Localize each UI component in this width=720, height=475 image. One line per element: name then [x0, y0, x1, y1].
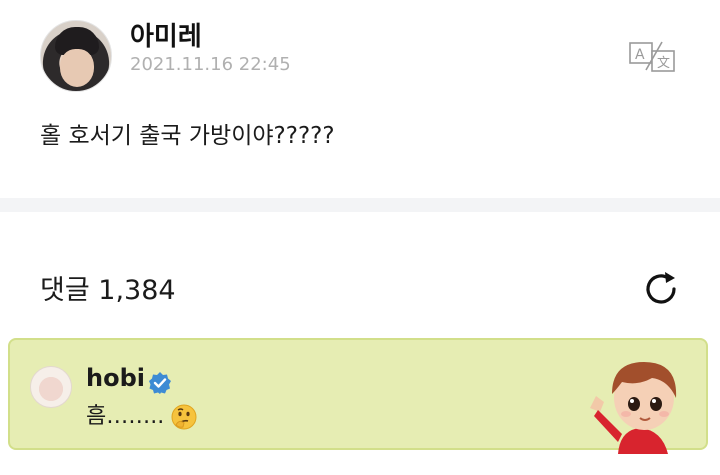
translate-icon[interactable]: A 文	[628, 40, 678, 72]
pinned-comment: hobi 흠……..	[8, 338, 708, 454]
author-name[interactable]: 아미레	[130, 16, 202, 53]
comments-count-header: 댓글 1,384	[40, 275, 176, 306]
character-sticker	[582, 350, 694, 454]
post-card: 아미레 2021.11.16 22:45 A 文 홀 호서기 출국 가방이야??…	[0, 0, 720, 198]
thinking-face-emoji	[170, 403, 198, 431]
refresh-icon[interactable]	[640, 268, 682, 310]
commenter-avatar[interactable]	[30, 366, 72, 408]
section-divider	[0, 198, 720, 212]
post-timestamp: 2021.11.16 22:45	[130, 54, 291, 75]
avatar-face	[60, 49, 94, 87]
author-avatar[interactable]	[40, 20, 112, 92]
comment-text: 흠……..	[86, 404, 165, 429]
svg-text:文: 文	[657, 56, 670, 71]
post-body: 홀 호서기 출국 가방이야?????	[40, 123, 335, 149]
verified-badge-icon	[148, 371, 172, 395]
comment-text-line: 흠……..	[86, 398, 198, 431]
commenter-name[interactable]: hobi	[86, 364, 145, 392]
svg-text:A: A	[635, 47, 645, 63]
